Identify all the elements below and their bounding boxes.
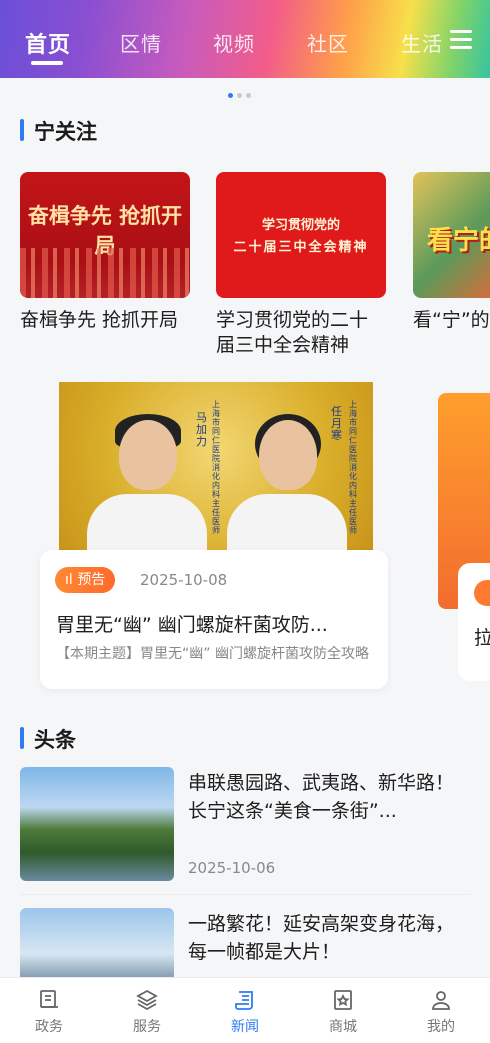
focus-card-image-text: 二十届三中全会精神 (233, 240, 369, 255)
city-skyline-graphic (20, 248, 190, 298)
focus-card-image: 奋楫争先 抢抓开局 (20, 172, 190, 298)
government-icon (40, 990, 58, 1008)
news-item[interactable]: 一路繁花！延安高架变身花海，每一帧都是大片！ (20, 908, 470, 978)
layers-icon (136, 989, 158, 1011)
preview-tag: ıl 预告 (55, 567, 116, 593)
pager-dots (228, 83, 255, 98)
active-tab-indicator (31, 61, 63, 65)
user-icon (432, 991, 450, 1010)
video-thumbnail: 马加力 上海市同仁医院消化内科主任医师 任月寒 上海市同仁医院消化内科主任医师 (59, 382, 373, 552)
section-title-headlines: 头条 (20, 724, 76, 754)
video-description: 【本期主题】胃里无“幽” 幽门螺旋杆菌攻防全攻略 (56, 646, 369, 662)
tab-community[interactable]: 社区 (307, 28, 349, 57)
next-video-card[interactable]: 拉 (458, 563, 490, 681)
focus-card-caption: 奋楫争先 抢抓开局 (20, 309, 179, 331)
news-thumbnail (20, 767, 174, 881)
focus-card-image: 看宁的 (413, 172, 490, 298)
news-item[interactable]: 串联愚园路、武夷路、新华路！长宁这条“美食一条街”... 2025-10-06 (20, 767, 470, 887)
doctor-2-title: 上海市同仁医院消化内科主任医师 (349, 400, 357, 535)
divider (20, 894, 470, 895)
news-thumbnail (20, 908, 174, 978)
mall-star-icon (334, 990, 352, 1010)
news-scroll-icon (235, 991, 253, 1010)
tab-life[interactable]: 生活 (401, 28, 443, 57)
tab-home[interactable]: 首页 (25, 27, 71, 59)
video-title: 胃里无“幽” 幽门螺旋杆菌攻防... (56, 614, 328, 636)
next-video-title: 拉 (474, 627, 490, 649)
top-header-bar: 首页 区情 视频 社区 生活 (0, 0, 490, 78)
next-video-tag (474, 580, 490, 606)
focus-card[interactable]: 学习贯彻党的 二十届三中全会精神 学习贯彻党的二十届三中全会精神 (216, 172, 386, 358)
news-date: 2025-10-06 (188, 859, 276, 877)
tab-video[interactable]: 视频 (213, 28, 255, 57)
focus-card-image-text: 看宁的 (427, 226, 490, 256)
doctor-1-photo (87, 402, 207, 552)
video-date: 2025-10-08 (140, 571, 228, 589)
nav-label: 政务 (35, 1019, 63, 1035)
video-feature-card[interactable]: 马加力 上海市同仁医院消化内科主任医师 任月寒 上海市同仁医院消化内科主任医师 … (40, 382, 388, 689)
section-title-focus: 宁关注 (20, 116, 97, 146)
tab-district[interactable]: 区情 (120, 28, 162, 57)
nav-news[interactable]: 新闻 (215, 988, 275, 1036)
focus-card[interactable]: 奋楫争先 抢抓开局 奋楫争先 抢抓开局 (20, 172, 190, 333)
nav-government[interactable]: 政务 (19, 988, 79, 1036)
preview-tag-label: 预告 (77, 572, 106, 588)
video-info-card: ıl 预告 2025-10-08 胃里无“幽” 幽门螺旋杆菌攻防... 【本期主… (40, 550, 388, 689)
doctor-1-face (119, 420, 177, 490)
nav-label: 我的 (427, 1019, 455, 1035)
nav-label: 新闻 (231, 1019, 259, 1035)
nav-label: 服务 (133, 1019, 161, 1035)
pager-dot (246, 93, 251, 98)
doctor-2-name: 任月寒 (331, 405, 342, 442)
news-title: 串联愚园路、武夷路、新华路！长宁这条“美食一条街”... (188, 772, 455, 822)
nav-mine[interactable]: 我的 (411, 988, 471, 1036)
bar-chart-icon: ıl (65, 572, 78, 588)
news-title: 一路繁花！延安高架变身花海，每一帧都是大片！ (188, 913, 455, 963)
focus-card-caption: 看“宁”的 (413, 309, 490, 331)
doctor-1-name: 马加力 (196, 411, 207, 448)
focus-card[interactable]: 看宁的 看“宁”的 (413, 172, 490, 333)
nav-label: 商城 (329, 1019, 357, 1035)
top-tabs: 首页 区情 视频 社区 生活 (0, 0, 490, 78)
menu-icon[interactable] (450, 30, 472, 50)
nav-mall[interactable]: 商城 (313, 988, 373, 1036)
focus-card-image-text: 学习贯彻党的 (261, 218, 340, 233)
focus-card-caption: 学习贯彻党的二十届三中全会精神 (216, 309, 369, 356)
pager-dot (237, 93, 242, 98)
bottom-nav: 政务 服务 新闻 商城 我的 (0, 977, 490, 1043)
nav-service[interactable]: 服务 (117, 988, 177, 1036)
doctor-2-photo (227, 402, 347, 552)
doctor-1-title: 上海市同仁医院消化内科主任医师 (212, 400, 220, 535)
focus-card-image: 学习贯彻党的 二十届三中全会精神 (216, 172, 386, 298)
doctor-2-face (259, 420, 317, 490)
doctor-2-coat (227, 494, 347, 552)
pager-dot (228, 93, 233, 98)
doctor-1-coat (87, 494, 207, 552)
